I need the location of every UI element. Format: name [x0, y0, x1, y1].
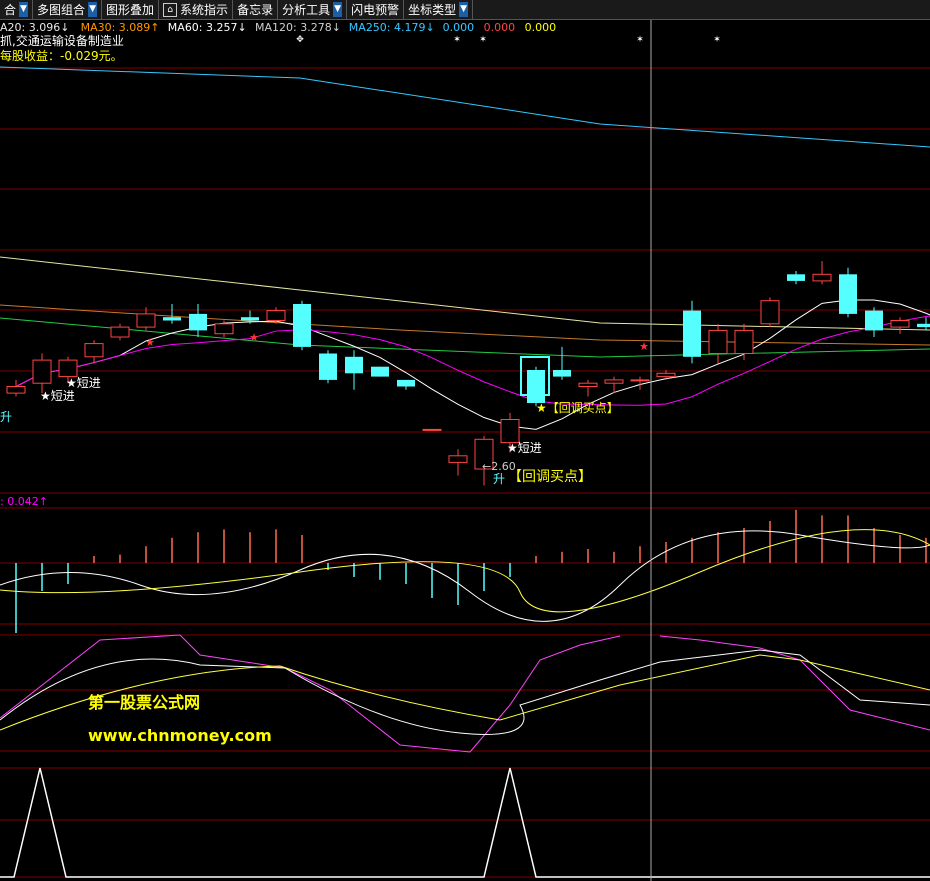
signal-short-entry-3: ★短进 — [507, 441, 542, 455]
candle — [136, 307, 156, 331]
candlesticks: ★ ★ ★ — [6, 261, 930, 486]
candle — [865, 307, 883, 337]
toolbar-item-label: 备忘录 — [237, 3, 274, 17]
candle — [397, 379, 415, 390]
rise-label: 升 — [493, 472, 505, 486]
toolbar-item-label: 图形叠加 — [106, 3, 155, 17]
candle — [734, 323, 754, 361]
moving-average-lines — [0, 66, 930, 430]
eps-text: 每股收益：-0.029元。 — [0, 48, 123, 63]
stock-chart: A20: 3.096↓ MA30: 3.089↑ MA60: 3.257↓ MA120… — [0, 20, 930, 881]
candle — [84, 340, 104, 364]
candle — [578, 379, 598, 397]
candle — [371, 366, 389, 377]
candle — [163, 304, 181, 324]
trigger-panel — [0, 767, 930, 878]
candle — [787, 271, 805, 285]
macd-dif-line — [0, 530, 930, 622]
toolbar-item-1[interactable]: 多图组合 ▼ — [33, 0, 103, 19]
candle — [345, 350, 363, 390]
dropdown-arrow-icon[interactable]: ▼ — [19, 2, 29, 17]
ma-line — [0, 66, 930, 148]
candle — [422, 428, 442, 431]
candle — [448, 449, 468, 476]
star-marker-icon: ✶ — [479, 35, 487, 45]
toolbar-item-3[interactable]: ⌂ 系统指示 — [159, 0, 234, 19]
candle — [760, 297, 780, 328]
ma-legend-item: MA60: 3.257↓ — [168, 21, 247, 34]
dropdown-arrow-icon[interactable]: ▼ — [88, 2, 98, 17]
candle — [293, 300, 311, 351]
toolbar-item-label: 多图组合 — [37, 3, 86, 17]
signal-pullback-buy-2: 【回调买点】 — [508, 469, 592, 485]
toolbar-item-label: 合 — [4, 3, 17, 17]
up-label: 升 — [0, 410, 12, 424]
star-marker-icon: ✶ — [453, 35, 461, 45]
ma-legend-item: 0.000 — [525, 21, 557, 34]
candle — [839, 267, 857, 318]
toolbar-item-7[interactable]: 坐标类型 ▼ — [404, 0, 474, 19]
star-marker-icon: ✥ — [296, 35, 304, 45]
ma-legend-item: 0.000 — [484, 21, 515, 34]
watermark-url: www.chnmoney.com — [88, 726, 272, 745]
red-star-icon: ★ — [145, 336, 155, 349]
chart-grid — [0, 67, 930, 878]
toolbar: 合 ▼ 多图组合 ▼ 图形叠加 ⌂ 系统指示 备忘录 分析工具 ▼ 闪电预警 坐标类型 ▼ — [0, 0, 930, 20]
toolbar-item-label: 闪电预警 — [351, 3, 400, 17]
candle — [812, 261, 832, 285]
macd-dea-line — [0, 529, 930, 613]
ma-legend-item: A20: 3.096↓ — [0, 21, 69, 34]
top-markers: ✥ ✶ ✶ ✶ ✶ — [296, 35, 721, 45]
toolbar-item-6[interactable]: 闪电预警 — [347, 0, 405, 19]
trigger-line — [0, 767, 930, 878]
star-marker-icon: ✶ — [636, 35, 644, 45]
candle — [319, 350, 337, 384]
signal-short-entry-2: ★短进 — [66, 376, 101, 390]
candle — [32, 353, 52, 394]
toolbar-item-2[interactable]: 图形叠加 — [102, 0, 160, 19]
toolbar-item-label: 坐标类型 — [408, 3, 457, 17]
candle — [708, 323, 728, 364]
toolbar-item-label: 分析工具 — [282, 3, 331, 17]
dropdown-arrow-icon[interactable]: ▼ — [333, 2, 343, 17]
toolbar-item-0[interactable]: 合 ▼ — [0, 0, 34, 19]
candle — [6, 379, 26, 397]
candle — [917, 317, 930, 331]
candle — [553, 346, 571, 380]
ma-legend-item: MA30: 3.089↑ — [81, 21, 160, 34]
candle — [110, 323, 130, 341]
macd-panel — [0, 509, 930, 633]
candle — [189, 304, 207, 337]
toolbar-item-4[interactable]: 备忘录 — [233, 0, 279, 19]
star-marker-icon: ✶ — [713, 35, 721, 45]
industry-text: 抓,交通运输设备制造业 — [0, 33, 124, 48]
red-star-icon: ★ — [249, 331, 259, 344]
red-star-icon: ★ — [639, 340, 649, 353]
ma-legend: A20: 3.096↓ MA30: 3.089↑ MA60: 3.257↓ MA120… — [0, 21, 556, 34]
macd-label: : 0.042↑ — [0, 495, 48, 508]
dropdown-arrow-icon[interactable]: ▼ — [459, 2, 469, 17]
toolbar-item-5[interactable]: 分析工具 ▼ — [278, 0, 348, 19]
signal-markers: ★短进 ★短进 ★短进 ★【回调买点】 【回调买点】 ←2.60 升 升 — [0, 376, 619, 486]
signal-short-entry-1: ★短进 — [40, 389, 75, 403]
lock-icon: ⌂ — [163, 2, 178, 17]
ma-legend-item: MA120: 3.278↓ — [255, 21, 341, 34]
ma-line — [15, 315, 930, 406]
signal-pullback-buy-1: ★【回调买点】 — [536, 401, 619, 415]
ma-legend-item: MA250: 4.179↓ — [349, 21, 435, 34]
ma-legend-item: 0.000 — [443, 21, 475, 34]
toolbar-item-label: 系统指示 — [180, 3, 229, 17]
watermark-title: 第一股票公式网 — [88, 693, 200, 712]
